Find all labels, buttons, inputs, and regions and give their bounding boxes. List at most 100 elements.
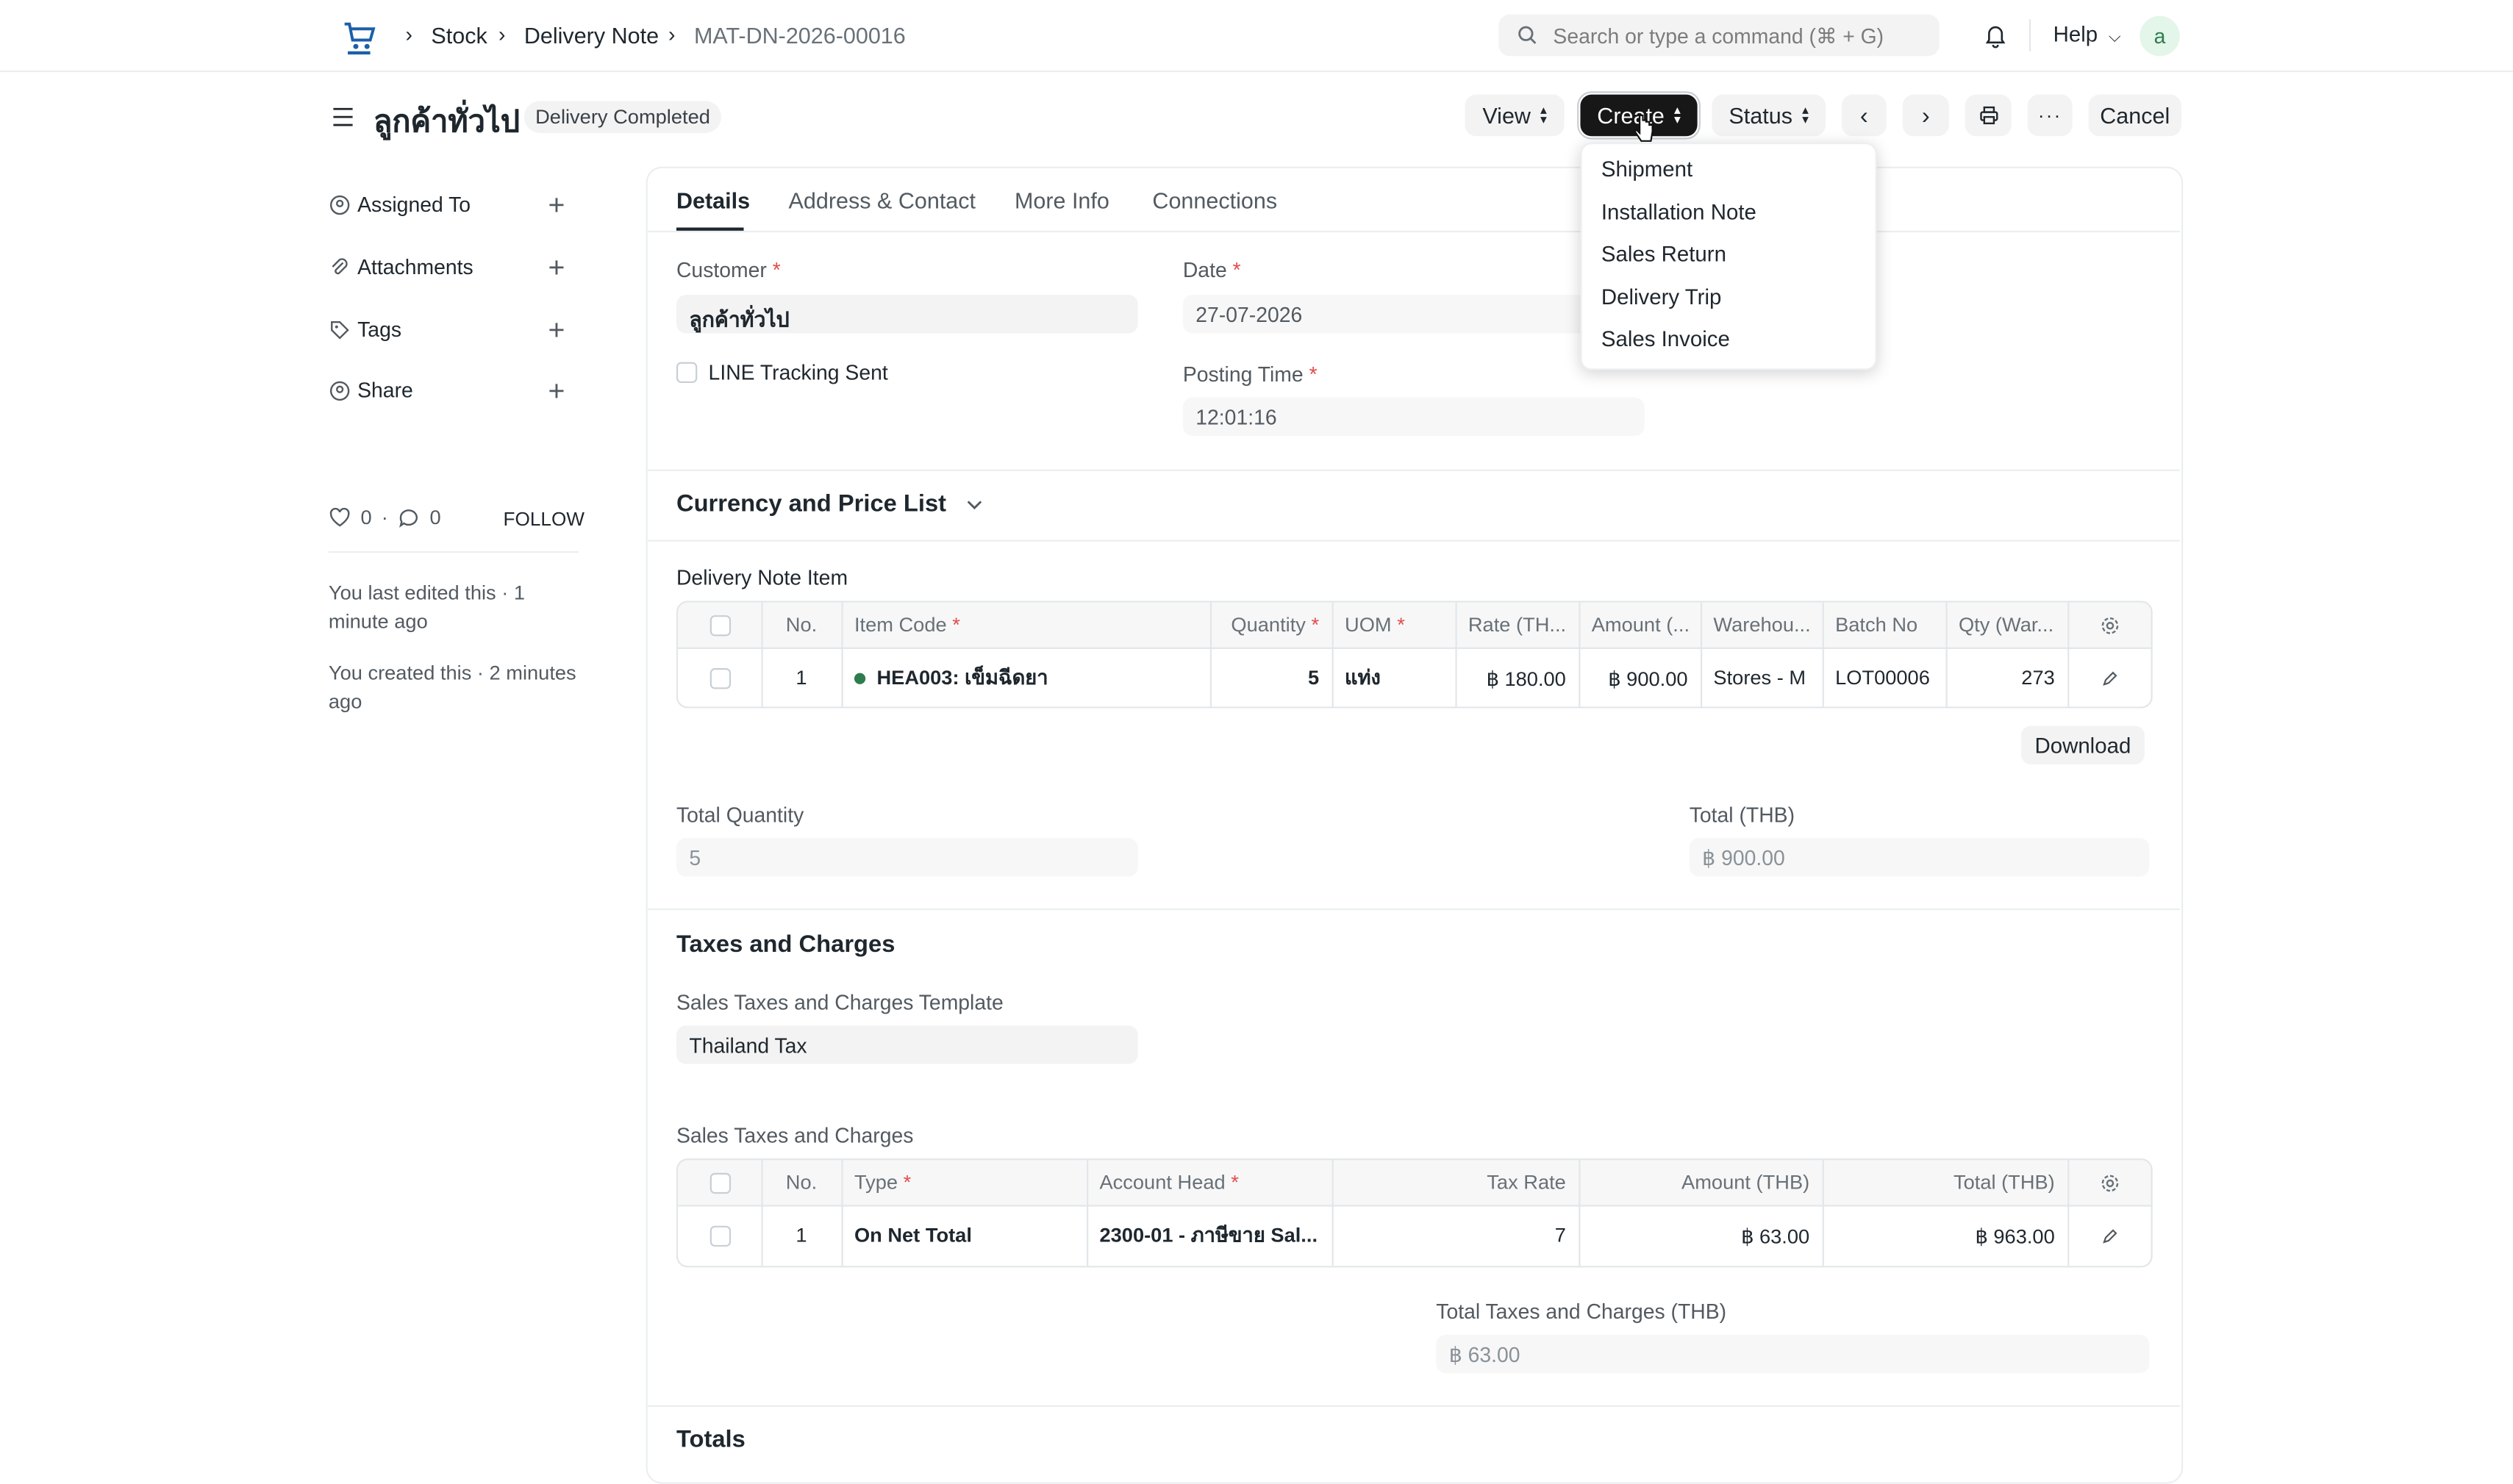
row-select-cell[interactable]	[678, 649, 761, 706]
col-header-warehouse: Warehou...	[1713, 613, 1811, 637]
download-button[interactable]: Download	[2020, 725, 2145, 764]
total-taxes-field: ฿ 63.00	[1436, 1334, 2150, 1374]
sidebar-item-assigned-to[interactable]: Assigned To	[329, 193, 471, 216]
previous-doc-button[interactable]: ‹	[1841, 94, 1887, 137]
more-actions-button[interactable]: ···	[2027, 94, 2073, 137]
hamburger-menu-icon[interactable]	[330, 104, 356, 130]
like-count: 0	[360, 506, 372, 529]
date-label: Date *	[1183, 258, 1241, 282]
sidebar-item-attachments[interactable]: Attachments	[329, 255, 473, 279]
next-doc-button[interactable]: ›	[1902, 94, 1949, 137]
breadcrumb-stock[interactable]: Stock	[431, 23, 487, 49]
row-edit-cell[interactable]	[2067, 649, 2151, 706]
select-all-checkbox[interactable]	[709, 614, 730, 636]
col-header-batch-no: Batch No	[1835, 613, 1918, 637]
avatar[interactable]: a	[2140, 15, 2180, 57]
pencil-icon[interactable]	[2101, 1227, 2118, 1244]
total-thb-label: Total (THB)	[1689, 803, 1795, 827]
line-tracking-checkbox[interactable]	[676, 362, 698, 384]
tax-row-type[interactable]: On Net Total	[842, 1207, 1087, 1264]
chevron-left-icon: ‹	[1859, 101, 1868, 129]
select-all-cell[interactable]	[678, 603, 761, 648]
search-input[interactable]	[1550, 22, 1926, 50]
taxes-table-title: Sales Taxes and Charges	[676, 1123, 914, 1147]
row-rate[interactable]: ฿ 180.00	[1455, 649, 1579, 706]
section-divider	[647, 540, 2180, 542]
menu-item-sales-return[interactable]: Sales Return	[1601, 242, 1726, 266]
help-menu[interactable]: Help ⌵	[2053, 23, 2121, 47]
total-quantity-label: Total Quantity	[676, 803, 804, 827]
customer-field[interactable]: ลูกค้าทั่วไป	[676, 295, 1138, 334]
pencil-icon[interactable]	[2101, 669, 2118, 687]
menu-item-shipment[interactable]: Shipment	[1601, 157, 1692, 182]
status-label: Status	[1729, 102, 1792, 129]
row-batch-no[interactable]: LOT00006	[1823, 649, 1946, 706]
add-attachment-plus-icon[interactable]: +	[548, 253, 565, 282]
tab-connections[interactable]: Connections	[1152, 187, 1277, 213]
comment-icon[interactable]	[398, 506, 421, 529]
tax-template-field[interactable]: Thailand Tax	[676, 1025, 1138, 1064]
posting-time-label-text: Posting Time	[1182, 362, 1304, 387]
breadcrumb-delivery-note[interactable]: Delivery Note	[524, 23, 659, 49]
row-checkbox[interactable]	[709, 667, 730, 689]
row-uom[interactable]: แท่ง	[1332, 649, 1456, 706]
add-tag-plus-icon[interactable]: +	[548, 315, 565, 344]
app-logo[interactable]	[340, 18, 378, 56]
menu-item-installation-note[interactable]: Installation Note	[1601, 201, 1756, 225]
menu-item-delivery-trip[interactable]: Delivery Trip	[1601, 285, 1722, 309]
cancel-button[interactable]: Cancel	[2088, 94, 2181, 137]
heart-icon[interactable]	[329, 506, 351, 529]
row-edit-cell[interactable]	[2067, 1207, 2151, 1264]
gear-icon[interactable]	[2099, 614, 2120, 635]
total-quantity-field: 5	[676, 838, 1138, 877]
bell-icon[interactable]	[1983, 23, 2009, 49]
col-header-uom: UOM *	[1332, 603, 1456, 648]
taxes-section-title: Taxes and Charges	[676, 931, 896, 958]
menu-item-sales-invoice[interactable]: Sales Invoice	[1601, 327, 1730, 351]
updown-chevron-icon: ▴ ▾	[1674, 102, 1681, 127]
tax-col-header-tax-rate: Tax Rate	[1487, 1171, 1566, 1194]
sidebar-item-share[interactable]: Share	[329, 378, 413, 402]
section-divider	[647, 908, 2180, 911]
row-quantity[interactable]: 5	[1210, 649, 1332, 706]
share-plus-icon[interactable]: +	[548, 376, 565, 405]
row-select-cell[interactable]	[678, 1207, 761, 1264]
tab-address-contact[interactable]: Address & Contact	[789, 187, 976, 213]
cart-logo-icon	[344, 22, 376, 55]
cancel-label: Cancel	[2100, 102, 2170, 129]
currency-section-title: Currency and Price List	[676, 490, 947, 518]
row-warehouse[interactable]: Stores - M	[1701, 649, 1823, 706]
column-settings-cell[interactable]	[2067, 1160, 2151, 1205]
section-divider	[647, 1405, 2180, 1408]
posting-time-field[interactable]: 12:01:16	[1182, 397, 1645, 436]
col-header-no: No.	[785, 613, 818, 637]
item-code-text: HEA003: เข็มฉีดยา	[876, 666, 1048, 689]
column-settings-cell[interactable]	[2067, 603, 2151, 648]
tax-row-amount: ฿ 63.00	[1741, 1225, 1810, 1248]
add-assignee-plus-icon[interactable]: +	[548, 190, 565, 219]
section-divider	[647, 469, 2180, 471]
row-checkbox[interactable]	[709, 1225, 730, 1246]
follow-button[interactable]: FOLLOW	[504, 508, 585, 531]
currency-section-header[interactable]: Currency and Price List	[676, 490, 984, 517]
tab-more-info[interactable]: More Info	[1015, 187, 1109, 213]
row-item-code[interactable]: HEA003: เข็มฉีดยา	[842, 649, 1210, 706]
print-button[interactable]	[1965, 94, 2012, 137]
search-bar[interactable]	[1498, 14, 1940, 57]
gear-icon[interactable]	[2099, 1172, 2120, 1193]
sidebar-item-tags[interactable]: Tags	[329, 318, 401, 341]
tax-row-tax-rate[interactable]: 7	[1332, 1207, 1579, 1264]
status-button[interactable]: Status ▴ ▾	[1712, 94, 1826, 137]
line-tracking-label: LINE Tracking Sent	[708, 360, 888, 385]
tax-row-account-head[interactable]: 2300-01 - ภาษีขาย Sal...	[1087, 1207, 1332, 1264]
paperclip-icon	[332, 257, 348, 274]
line-tracking-checkbox-row[interactable]: LINE Tracking Sent	[676, 360, 888, 385]
view-button[interactable]: View ▴ ▾	[1465, 94, 1565, 137]
select-all-cell[interactable]	[678, 1160, 761, 1205]
row-qty-warehouse: 273	[2021, 666, 2055, 689]
date-field[interactable]: 27-07-2026	[1182, 295, 1645, 334]
select-all-checkbox[interactable]	[709, 1172, 730, 1194]
col-header-rate: Rate (TH...	[1468, 613, 1567, 637]
tab-details[interactable]: Details	[676, 187, 750, 213]
breadcrumb-separator-icon: ›	[668, 22, 676, 47]
